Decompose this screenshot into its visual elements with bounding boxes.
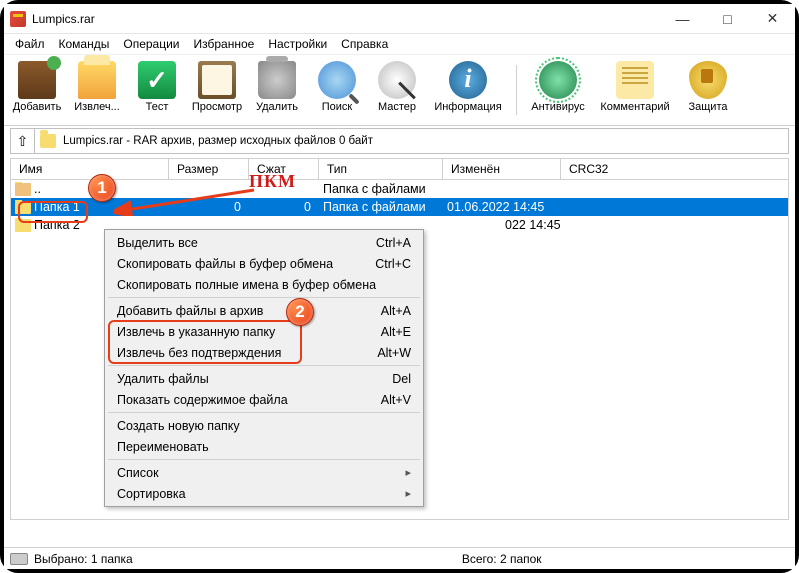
status-total: Всего: 2 папок bbox=[462, 552, 789, 566]
folder-1-modified: 01.06.2022 14:45 bbox=[443, 200, 561, 214]
ctx-separator bbox=[108, 365, 420, 366]
up-button[interactable]: ⇧ bbox=[11, 129, 35, 153]
test-label: Тест bbox=[146, 101, 169, 113]
minimize-button[interactable]: — bbox=[660, 5, 705, 33]
status-bar: Выбрано: 1 папка Всего: 2 папок bbox=[4, 547, 795, 569]
ctx-show-contents[interactable]: Показать содержимое файлаAlt+V bbox=[107, 389, 421, 410]
info-label: Информация bbox=[434, 101, 501, 113]
protect-icon bbox=[689, 61, 727, 99]
wizard-button[interactable]: Мастер bbox=[368, 57, 426, 123]
column-headers: Имя Размер Сжат Тип Изменён CRC32 bbox=[10, 158, 789, 180]
ctx-separator bbox=[108, 297, 420, 298]
up-type: Папка с файлами bbox=[319, 182, 443, 196]
annotation-badge-2: 2 bbox=[286, 298, 314, 326]
window-title: Lumpics.rar bbox=[32, 12, 660, 26]
extract-icon bbox=[78, 61, 116, 99]
ctx-select-all[interactable]: Выделить всеCtrl+A bbox=[107, 232, 421, 253]
antivirus-icon bbox=[539, 61, 577, 99]
menu-file[interactable]: Файл bbox=[8, 35, 52, 53]
up-name: .. bbox=[34, 182, 41, 196]
info-icon bbox=[449, 61, 487, 99]
address-bar[interactable]: ⇧ Lumpics.rar - RAR архив, размер исходн… bbox=[10, 128, 789, 154]
view-button[interactable]: Просмотр bbox=[188, 57, 246, 123]
view-icon bbox=[198, 61, 236, 99]
comment-icon bbox=[616, 61, 654, 99]
menu-operations[interactable]: Операции bbox=[116, 35, 186, 53]
close-button[interactable]: ✕ bbox=[750, 5, 795, 33]
folder-1-size: 0 bbox=[169, 200, 249, 214]
menu-commands[interactable]: Команды bbox=[52, 35, 117, 53]
comment-label: Комментарий bbox=[600, 101, 669, 113]
delete-label: Удалить bbox=[256, 101, 298, 113]
ctx-delete[interactable]: Удалить файлыDel bbox=[107, 368, 421, 389]
ctx-add-files[interactable]: Добавить файлы в архивAlt+A bbox=[107, 300, 421, 321]
info-button[interactable]: Информация bbox=[428, 57, 508, 123]
folder-icon bbox=[15, 219, 31, 232]
annotation-pkm: ПКМ bbox=[249, 171, 296, 192]
col-type[interactable]: Тип bbox=[319, 159, 443, 179]
archive-icon bbox=[40, 134, 56, 148]
wizard-label: Мастер bbox=[378, 101, 416, 113]
folder-2-modified: 022 14:45 bbox=[443, 218, 561, 232]
titlebar: Lumpics.rar — □ ✕ bbox=[4, 4, 795, 34]
ctx-extract-to[interactable]: Извлечь в указанную папкуAlt+E bbox=[107, 321, 421, 342]
toolbar-separator bbox=[516, 65, 517, 115]
extract-button[interactable]: Извлеч... bbox=[68, 57, 126, 123]
toolbar: Добавить Извлеч... Тест Просмотр Удалить… bbox=[4, 54, 795, 126]
ctx-rename[interactable]: Переименовать bbox=[107, 436, 421, 457]
add-icon bbox=[18, 61, 56, 99]
address-text: Lumpics.rar - RAR архив, размер исходных… bbox=[61, 135, 788, 147]
wizard-icon bbox=[378, 61, 416, 99]
ctx-copy-names[interactable]: Скопировать полные имена в буфер обмена bbox=[107, 274, 421, 295]
maximize-button[interactable]: □ bbox=[705, 5, 750, 33]
delete-button[interactable]: Удалить bbox=[248, 57, 306, 123]
folder-up-icon bbox=[15, 183, 31, 196]
menubar: Файл Команды Операции Избранное Настройк… bbox=[4, 34, 795, 54]
folder-1-name: Папка 1 bbox=[34, 200, 80, 214]
ctx-sort[interactable]: Сортировка bbox=[107, 483, 421, 504]
protect-label: Защита bbox=[689, 101, 728, 113]
delete-icon bbox=[258, 61, 296, 99]
col-modified[interactable]: Изменён bbox=[443, 159, 561, 179]
annotation-badge-1: 1 bbox=[88, 174, 116, 202]
row-folder-1[interactable]: Папка 1 0 0 Папка с файлами 01.06.2022 1… bbox=[11, 198, 788, 216]
find-icon bbox=[318, 61, 356, 99]
menu-help[interactable]: Справка bbox=[334, 35, 395, 53]
col-size[interactable]: Размер bbox=[169, 159, 249, 179]
app-icon bbox=[10, 11, 26, 27]
find-button[interactable]: Поиск bbox=[308, 57, 366, 123]
add-button[interactable]: Добавить bbox=[8, 57, 66, 123]
menu-options[interactable]: Настройки bbox=[261, 35, 334, 53]
col-crc[interactable]: CRC32 bbox=[561, 159, 788, 179]
ctx-copy-files[interactable]: Скопировать файлы в буфер обменаCtrl+C bbox=[107, 253, 421, 274]
comment-button[interactable]: Комментарий bbox=[593, 57, 677, 123]
menu-favorites[interactable]: Избранное bbox=[187, 35, 262, 53]
protect-button[interactable]: Защита bbox=[679, 57, 737, 123]
view-label: Просмотр bbox=[192, 101, 242, 113]
ctx-extract-noconf[interactable]: Извлечь без подтвержденияAlt+W bbox=[107, 342, 421, 363]
test-button[interactable]: Тест bbox=[128, 57, 186, 123]
folder-2-name: Папка 2 bbox=[34, 218, 80, 232]
context-menu: Выделить всеCtrl+A Скопировать файлы в б… bbox=[104, 229, 424, 507]
folder-1-type: Папка с файлами bbox=[319, 200, 443, 214]
add-label: Добавить bbox=[13, 101, 62, 113]
disk-icon bbox=[10, 553, 28, 565]
antivirus-button[interactable]: Антивирус bbox=[525, 57, 591, 123]
test-icon bbox=[138, 61, 176, 99]
ctx-separator bbox=[108, 459, 420, 460]
col-name[interactable]: Имя bbox=[11, 159, 169, 179]
find-label: Поиск bbox=[322, 101, 352, 113]
ctx-separator bbox=[108, 412, 420, 413]
row-up[interactable]: .. Папка с файлами bbox=[11, 180, 788, 198]
ctx-list[interactable]: Список bbox=[107, 462, 421, 483]
status-selection: Выбрано: 1 папка bbox=[34, 552, 133, 566]
extract-label: Извлеч... bbox=[74, 101, 120, 113]
folder-1-packed: 0 bbox=[249, 200, 319, 214]
folder-icon bbox=[15, 201, 31, 214]
ctx-new-folder[interactable]: Создать новую папку bbox=[107, 415, 421, 436]
